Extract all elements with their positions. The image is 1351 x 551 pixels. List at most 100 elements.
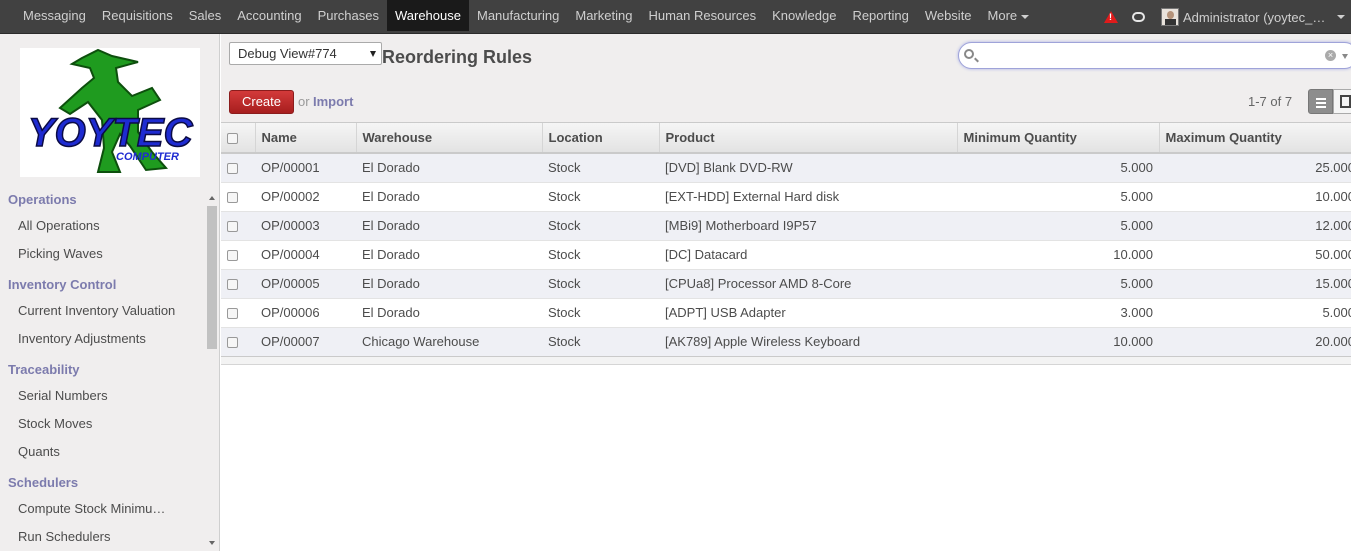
sidebar-item-run-schedulers[interactable]: Run Schedulers <box>18 529 178 544</box>
row-select-cell[interactable] <box>221 211 255 241</box>
cell-name[interactable]: OP/00001 <box>255 153 356 183</box>
cell-warehouse[interactable]: Chicago Warehouse <box>356 327 542 357</box>
sidebar-item-picking-waves[interactable]: Picking Waves <box>18 246 178 261</box>
cell-location[interactable]: Stock <box>542 240 659 270</box>
cell-warehouse[interactable]: El Dorado <box>356 269 542 299</box>
sidebar-scrollbar[interactable] <box>206 194 218 551</box>
scrollbar-thumb[interactable] <box>207 206 217 349</box>
sidebar-item-serial-numbers[interactable]: Serial Numbers <box>18 388 178 403</box>
cell-minimum-quantity[interactable]: 5.000 <box>957 182 1159 212</box>
avatar[interactable] <box>1161 8 1179 26</box>
row-checkbox[interactable] <box>227 163 238 175</box>
cell-maximum-quantity[interactable]: 50.000 <box>1159 240 1351 270</box>
cell-location[interactable]: Stock <box>542 211 659 241</box>
select-all-checkbox[interactable] <box>227 133 238 145</box>
cell-product[interactable]: [DC] Datacard <box>659 240 957 270</box>
list-view-button[interactable] <box>1308 89 1333 114</box>
menu-knowledge[interactable]: Knowledge <box>764 0 844 31</box>
row-checkbox[interactable] <box>227 192 238 204</box>
sidebar-item-compute-stock-minimum[interactable]: Compute Stock Minimum Rules Only <box>18 501 168 516</box>
scroll-up-icon[interactable] <box>209 196 215 200</box>
cell-warehouse[interactable]: El Dorado <box>356 298 542 328</box>
cell-maximum-quantity[interactable]: 25.000 <box>1159 153 1351 183</box>
menu-more[interactable]: More <box>980 0 1038 31</box>
row-checkbox[interactable] <box>227 221 238 233</box>
row-checkbox[interactable] <box>227 337 238 349</box>
cell-product[interactable]: [EXT-HDD] External Hard disk <box>659 182 957 212</box>
caret-down-icon[interactable] <box>1337 15 1345 19</box>
cell-location[interactable]: Stock <box>542 269 659 299</box>
menu-accounting[interactable]: Accounting <box>229 0 309 31</box>
sidebar-item-all-operations[interactable]: All Operations <box>18 218 178 233</box>
menu-reporting[interactable]: Reporting <box>844 0 916 31</box>
cell-location[interactable]: Stock <box>542 298 659 328</box>
debug-view-select[interactable]: Debug View#774 <box>229 42 382 65</box>
table-row[interactable]: OP/00004 El Dorado Stock [DC] Datacard 1… <box>221 240 1351 270</box>
table-row[interactable]: OP/00005 El Dorado Stock [CPUa8] Process… <box>221 269 1351 299</box>
row-checkbox[interactable] <box>227 250 238 262</box>
cell-minimum-quantity[interactable]: 5.000 <box>957 211 1159 241</box>
cell-minimum-quantity[interactable]: 10.000 <box>957 240 1159 270</box>
table-row[interactable]: OP/00002 El Dorado Stock [EXT-HDD] Exter… <box>221 182 1351 212</box>
column-header-minimum-quantity[interactable]: Minimum Quantity <box>957 123 1160 154</box>
menu-human-resources[interactable]: Human Resources <box>640 0 764 31</box>
column-header-location[interactable]: Location <box>542 123 660 154</box>
cell-product[interactable]: [MBi9] Motherboard I9P57 <box>659 211 957 241</box>
menu-messaging[interactable]: Messaging <box>15 0 94 31</box>
cell-minimum-quantity[interactable]: 5.000 <box>957 153 1159 183</box>
sidebar-item-current-inventory-valuation[interactable]: Current Inventory Valuation <box>18 303 178 318</box>
user-menu-label[interactable]: Administrator (yoytec_demo) <box>1183 10 1331 25</box>
search-input[interactable] <box>981 47 1321 65</box>
alert-icon[interactable] <box>1104 11 1118 23</box>
create-button[interactable]: Create <box>229 90 294 114</box>
row-select-cell[interactable] <box>221 240 255 270</box>
menu-warehouse[interactable]: Warehouse <box>386 0 469 31</box>
cell-name[interactable]: OP/00004 <box>255 240 356 270</box>
cell-minimum-quantity[interactable]: 3.000 <box>957 298 1159 328</box>
clear-search-icon[interactable]: × <box>1325 50 1336 61</box>
cell-maximum-quantity[interactable]: 12.000 <box>1159 211 1351 241</box>
cell-location[interactable]: Stock <box>542 327 659 357</box>
row-select-cell[interactable] <box>221 269 255 299</box>
cell-warehouse[interactable]: El Dorado <box>356 182 542 212</box>
menu-marketing[interactable]: Marketing <box>567 0 640 31</box>
menu-manufacturing[interactable]: Manufacturing <box>469 0 567 31</box>
column-header-product[interactable]: Product <box>659 123 958 154</box>
kanban-view-button[interactable] <box>1333 89 1351 114</box>
sidebar-item-inventory-adjustments[interactable]: Inventory Adjustments <box>18 331 178 346</box>
cell-warehouse[interactable]: El Dorado <box>356 153 542 183</box>
company-logo[interactable]: YOYTEC COMPUTER <box>20 48 200 177</box>
column-header-name[interactable]: Name <box>255 123 357 154</box>
import-link[interactable]: Import <box>313 94 353 109</box>
cell-name[interactable]: OP/00003 <box>255 211 356 241</box>
cell-product[interactable]: [AK789] Apple Wireless Keyboard <box>659 327 957 357</box>
row-checkbox[interactable] <box>227 308 238 320</box>
cell-maximum-quantity[interactable]: 15.000 <box>1159 269 1351 299</box>
cell-minimum-quantity[interactable]: 5.000 <box>957 269 1159 299</box>
table-row[interactable]: OP/00006 El Dorado Stock [ADPT] USB Adap… <box>221 298 1351 328</box>
search-options-caret-icon[interactable] <box>1342 54 1348 59</box>
scroll-down-icon[interactable] <box>209 541 215 545</box>
menu-requisitions[interactable]: Requisitions <box>94 0 181 31</box>
sidebar-item-stock-moves[interactable]: Stock Moves <box>18 416 178 431</box>
cell-name[interactable]: OP/00007 <box>255 327 356 357</box>
table-row[interactable]: OP/00007 Chicago Warehouse Stock [AK789]… <box>221 327 1351 357</box>
cell-location[interactable]: Stock <box>542 182 659 212</box>
cell-minimum-quantity[interactable]: 10.000 <box>957 327 1159 357</box>
sidebar-item-quants[interactable]: Quants <box>18 444 178 459</box>
cell-maximum-quantity[interactable]: 10.000 <box>1159 182 1351 212</box>
cell-maximum-quantity[interactable]: 5.000 <box>1159 298 1351 328</box>
cell-name[interactable]: OP/00006 <box>255 298 356 328</box>
row-select-cell[interactable] <box>221 182 255 212</box>
select-all-cell[interactable] <box>221 123 256 154</box>
column-header-maximum-quantity[interactable]: Maximum Quantity <box>1159 123 1351 154</box>
menu-purchases[interactable]: Purchases <box>310 0 387 31</box>
chat-icon[interactable] <box>1132 12 1145 22</box>
menu-sales[interactable]: Sales <box>181 0 230 31</box>
row-select-cell[interactable] <box>221 153 255 183</box>
pager-value[interactable]: 1-7 of 7 <box>1248 94 1292 109</box>
search-box[interactable]: × <box>958 42 1351 69</box>
cell-warehouse[interactable]: El Dorado <box>356 211 542 241</box>
table-row[interactable]: OP/00001 El Dorado Stock [DVD] Blank DVD… <box>221 153 1351 183</box>
cell-maximum-quantity[interactable]: 20.000 <box>1159 327 1351 357</box>
